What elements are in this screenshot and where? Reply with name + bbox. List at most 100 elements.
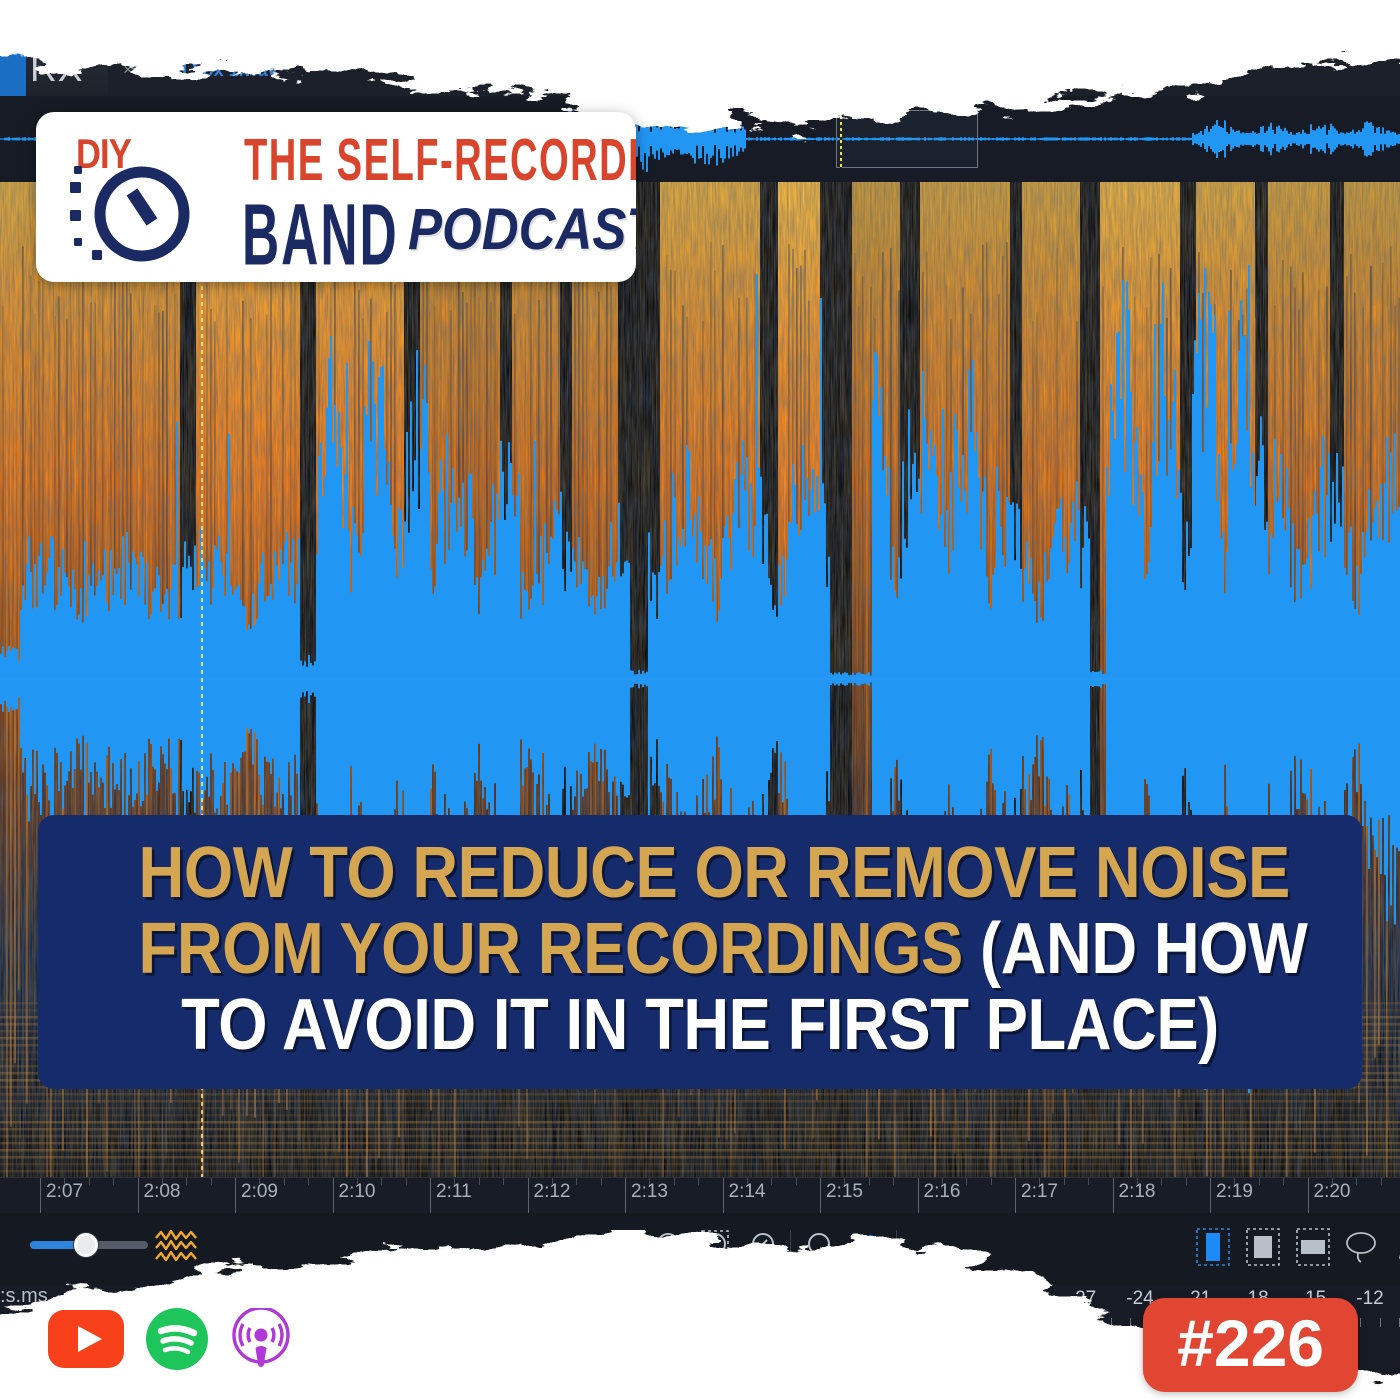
rx-accent-bar <box>0 44 26 96</box>
timeline-subtick <box>551 1178 553 1185</box>
toolbar-separator <box>790 1230 791 1264</box>
timeline-subtick <box>381 1178 383 1185</box>
timeline-tick: 2:14 <box>722 1178 765 1214</box>
timecode-format-label: :s.ms <box>0 1285 48 1307</box>
timeline-subtick <box>941 1178 943 1185</box>
episode-title-card: HOW TO REDUCE OR REMOVE NOISE FROM YOUR … <box>38 815 1362 1089</box>
timeline-subtick <box>893 1178 895 1185</box>
timeline-tick: 2:18 <box>1112 1178 1155 1214</box>
episode-number-badge: #226 <box>1143 1298 1358 1392</box>
timeline-subtick <box>1356 1178 1358 1185</box>
timeline-subtick <box>746 1178 748 1185</box>
timeline-tick: 2:13 <box>625 1178 668 1214</box>
document-tab[interactable]: × Lead Vox 1.wav <box>108 44 1400 96</box>
db-scale-label: -39 <box>838 1288 867 1309</box>
lasso-selection-icon[interactable] <box>1344 1228 1378 1266</box>
title-line-2: FROM YOUR RECORDINGS (AND HOW <box>138 909 1308 989</box>
overview-selection-rect[interactable] <box>836 110 978 168</box>
timeline-subtick <box>673 1178 675 1185</box>
title-line-3: TO AVOID IT IN THE FIRST PLACE) <box>181 985 1219 1065</box>
timeline-subtick <box>868 1178 870 1185</box>
timeline-subtick <box>600 1178 602 1185</box>
rectangle-selection-icon[interactable] <box>1246 1228 1280 1266</box>
brush-selection-icon[interactable] <box>1392 1228 1400 1266</box>
podcast-logo-badge: DIY THE SELF-RECORDING BAND PODCAST <box>36 112 636 282</box>
timeline-subtick <box>1258 1178 1260 1185</box>
db-scale-tick <box>977 1318 979 1327</box>
timeline-subtick <box>698 1178 700 1185</box>
overview-playhead <box>840 110 842 168</box>
timeline-subtick <box>990 1178 992 1185</box>
timeline-subtick <box>503 1178 505 1185</box>
db-scale-tick <box>785 1318 787 1327</box>
knob-clock-icon <box>70 166 190 262</box>
timeline-subtick <box>186 1178 188 1185</box>
timeline-tick: 2:15 <box>820 1178 863 1214</box>
timeline-ruler[interactable]: 2:07 2:08 2:09 2:10 2:11 2:12 2:13 2:14 2:15 2:16… <box>0 1177 1400 1214</box>
timeline-subtick <box>1380 1178 1382 1185</box>
time-selection-icon[interactable] <box>1196 1228 1230 1266</box>
timeline-subtick <box>259 1178 261 1185</box>
timeline-subtick <box>1063 1178 1065 1185</box>
timeline-subtick <box>478 1178 480 1185</box>
close-icon[interactable]: × <box>123 60 133 80</box>
db-scale-tick <box>862 1318 864 1327</box>
db-scale-tick <box>938 1318 940 1327</box>
zoom-fit-icon[interactable] <box>748 1229 784 1265</box>
db-scale-tick <box>1130 1318 1132 1327</box>
app-titlebar: RX × Lead Vox 1.wav <box>0 44 1400 96</box>
db-scale-label: -33 <box>953 1288 982 1309</box>
db-scale-tick <box>823 1318 825 1327</box>
logo-word-band: BAND <box>242 185 399 282</box>
spectrogram-icon[interactable] <box>152 1228 200 1264</box>
db-scale-label: -36 <box>896 1288 924 1309</box>
timeline-subtick <box>88 1178 90 1185</box>
db-scale-tick <box>957 1318 959 1327</box>
db-scale-tick <box>766 1318 768 1327</box>
timeline-tick: 2:09 <box>235 1178 278 1214</box>
db-scale-tick <box>1379 1318 1381 1327</box>
db-scale-label: -42 <box>781 1288 809 1309</box>
timeline-subtick <box>113 1178 115 1185</box>
magnifier-icon[interactable] <box>804 1229 840 1265</box>
logo-word-podcast: PODCAST <box>408 197 636 262</box>
timeline-subtick <box>64 1178 66 1185</box>
timeline-subtick <box>1331 1178 1333 1185</box>
timeline-subtick <box>161 1178 163 1185</box>
spotify-icon[interactable] <box>146 1308 208 1370</box>
db-scale-tick <box>900 1318 902 1327</box>
timeline-tick: 2:12 <box>527 1178 570 1214</box>
podcast-cover-art: RX × Lead Vox 1.wav 2:07 2:08 2:09 2:10 … <box>0 0 1400 1400</box>
zoom-slider-handle[interactable] <box>74 1233 98 1257</box>
zoom-out-icon[interactable] <box>653 1229 689 1265</box>
timeline-subtick <box>966 1178 968 1185</box>
tab-filename-label: Lead Vox 1.wav <box>144 59 278 80</box>
db-scale-tick <box>1072 1318 1074 1327</box>
title-line-2-gold: FROM YOUR RECORDINGS <box>138 909 964 989</box>
timeline-subtick <box>576 1178 578 1185</box>
timeline-subtick <box>1136 1178 1138 1185</box>
rx-logo-text: RX <box>30 48 84 89</box>
apple-podcasts-icon[interactable] <box>230 1308 292 1370</box>
timeline-tick: 2:17 <box>1015 1178 1058 1214</box>
db-scale-label: -27 <box>1068 1288 1097 1309</box>
timeline-subtick <box>1185 1178 1187 1185</box>
title-line-2-white: (AND HOW <box>962 909 1308 989</box>
frequency-selection-icon[interactable] <box>1296 1228 1330 1266</box>
timeline-subtick <box>405 1178 407 1185</box>
db-scale-tick <box>919 1318 921 1327</box>
db-scale-tick <box>1015 1318 1017 1327</box>
db-scale-tick <box>1053 1318 1055 1327</box>
timeline-subtick <box>283 1178 285 1185</box>
toolbar-separator-2 <box>896 1230 897 1264</box>
youtube-icon[interactable] <box>48 1310 124 1368</box>
zoom-in-icon[interactable] <box>605 1229 641 1265</box>
db-scale-tick <box>881 1318 883 1327</box>
hand-tool-icon[interactable] <box>852 1229 888 1265</box>
timeline-subtick <box>1161 1178 1163 1185</box>
timeline-subtick <box>454 1178 456 1185</box>
db-scale-label: -12 <box>1356 1288 1384 1309</box>
timeline-tick: 2:16 <box>917 1178 960 1214</box>
zoom-to-selection-icon[interactable] <box>700 1229 736 1265</box>
timeline-subtick <box>210 1178 212 1185</box>
